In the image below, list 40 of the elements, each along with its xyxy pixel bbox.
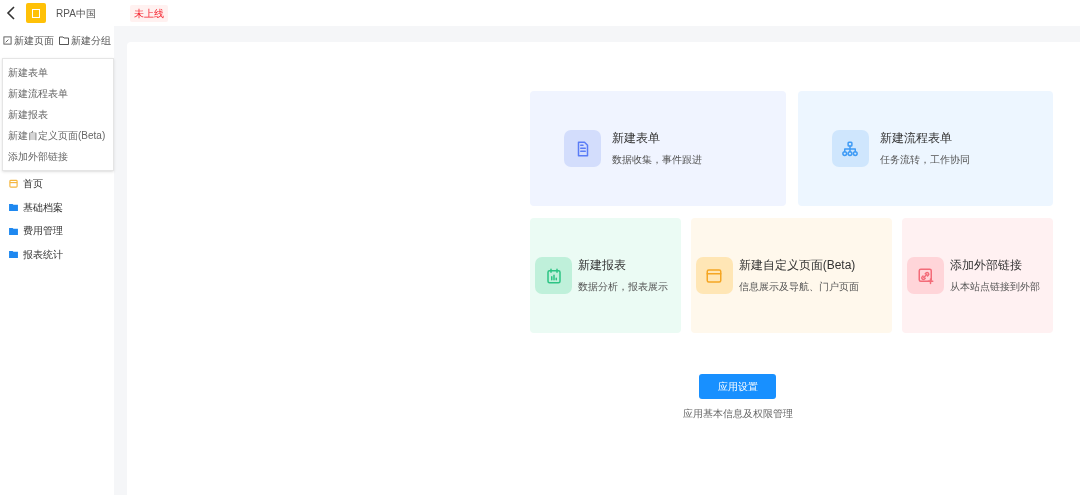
- card-subtitle: 信息展示及导航、门户页面: [738, 280, 859, 294]
- window-icon: [705, 266, 724, 285]
- menu-item[interactable]: 新建表单: [3, 62, 113, 83]
- menu-item[interactable]: 新建流程表单: [3, 83, 113, 104]
- folder-outline-icon: [59, 35, 69, 45]
- sidebar-action-button[interactable]: 新建分组: [59, 32, 111, 48]
- menu-item[interactable]: 添加外部链接: [3, 146, 113, 167]
- app-name: RPA中国: [56, 6, 96, 21]
- menu-item[interactable]: 新建报表: [3, 104, 113, 125]
- folder-icon: [9, 226, 18, 235]
- folder-icon: [9, 203, 18, 212]
- create-card[interactable]: 添加外部链接 从本站点链接到外部: [902, 218, 1053, 333]
- card-subtitle: 数据收集，事件跟进: [612, 153, 702, 167]
- sidebar-item[interactable]: 基础档案: [0, 195, 114, 219]
- menu-item[interactable]: 新建自定义页面(Beta): [3, 125, 113, 146]
- calendar-icon: [9, 179, 18, 189]
- card-subtitle: 任务流转，工作协同: [879, 153, 970, 167]
- settings-caption: 应用基本信息及权限管理: [682, 407, 793, 421]
- create-card[interactable]: 新建表单 数据收集，事件跟进: [530, 91, 786, 206]
- card-title: 新建自定义页面(Beta): [738, 257, 857, 273]
- create-card[interactable]: 新建流程表单 任务流转，工作协同: [797, 91, 1053, 206]
- card-title: 添加外部链接: [950, 257, 1024, 273]
- folder-icon: [9, 250, 18, 259]
- status-badge: 未上线: [129, 4, 168, 22]
- edit-page-icon: [3, 35, 12, 45]
- hierarchy-icon: [841, 139, 859, 158]
- chart-icon: [544, 266, 563, 285]
- card-title: 新建报表: [578, 257, 627, 273]
- link-add-icon: [916, 266, 935, 285]
- card-title: 新建表单: [612, 130, 661, 146]
- sidebar-item[interactable]: 费用管理: [0, 219, 114, 243]
- back-icon[interactable]: [6, 6, 16, 20]
- card-subtitle: 数据分析，报表展示: [578, 280, 668, 294]
- create-card[interactable]: 新建报表 数据分析，报表展示: [530, 218, 681, 333]
- sidebar-item[interactable]: 首页: [0, 172, 114, 196]
- sidebar-item[interactable]: 报表统计: [0, 242, 114, 266]
- card-subtitle: 从本站点链接到外部: [950, 280, 1041, 294]
- create-card[interactable]: 新建自定义页面(Beta) 信息展示及导航、门户页面: [690, 218, 893, 333]
- card-title: 新建流程表单: [879, 130, 953, 146]
- sidebar-action-button[interactable]: 新建页面: [3, 32, 54, 48]
